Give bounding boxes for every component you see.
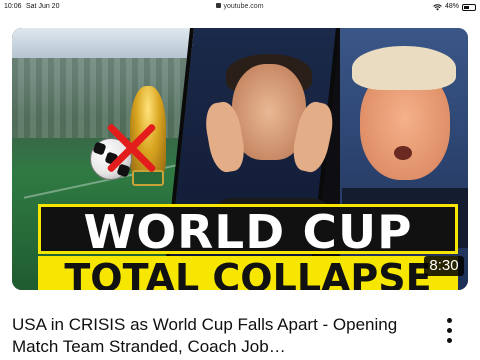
- battery-icon: [462, 3, 476, 11]
- address-url: youtube.com: [223, 3, 264, 10]
- battery-percent: 48%: [444, 3, 459, 10]
- thumbnail-headline-2: TOTAL COLLAPSE: [64, 256, 432, 290]
- status-bar: 10:06 Sat Jun 20 youtube.com 48%: [0, 0, 480, 14]
- video-thumbnail[interactable]: WORLD CUP TOTAL COLLAPSE: [12, 28, 468, 290]
- kebab-menu-icon: [447, 318, 452, 323]
- status-right: 48%: [433, 0, 476, 14]
- wifi-icon: [433, 3, 442, 10]
- more-options-button[interactable]: [440, 316, 460, 346]
- duration-badge: 8:30: [424, 256, 464, 276]
- lock-icon: [216, 3, 222, 8]
- video-title[interactable]: USA in CRISIS as World Cup Falls Apart -…: [12, 314, 422, 358]
- thumbnail-headline-1: WORLD CUP: [83, 205, 413, 259]
- address-bar[interactable]: youtube.com: [0, 0, 480, 14]
- red-x-icon: [104, 120, 160, 176]
